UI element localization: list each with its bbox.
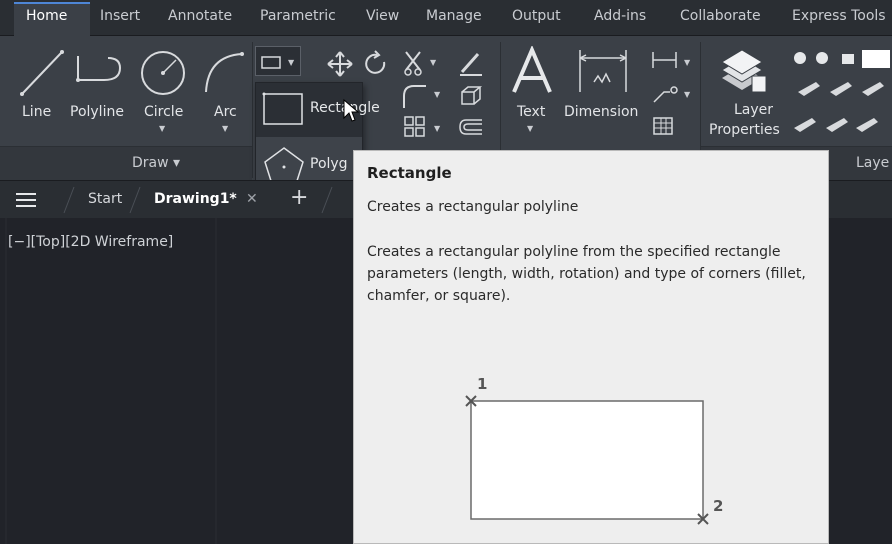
tab-annotate[interactable]: Annotate	[168, 8, 232, 24]
new-tab-icon[interactable]: +	[290, 185, 308, 210]
rectangle-tooltip: Rectangle Creates a rectangular polyline…	[353, 150, 829, 544]
line-icon[interactable]	[18, 48, 66, 98]
trim-caret-icon[interactable]: ▼	[430, 58, 436, 67]
tab-insert[interactable]: Insert	[100, 8, 140, 24]
layers-panel-title[interactable]: Laye	[856, 155, 889, 171]
layer-tools-icon-group[interactable]	[790, 48, 892, 144]
circle-button-label[interactable]: Circle	[144, 104, 183, 120]
trim-icon[interactable]	[400, 48, 428, 78]
ribbon-tab-bar: Home Insert Annotate Parametric View Man…	[0, 0, 892, 36]
hamburger-menu-icon[interactable]	[15, 192, 37, 208]
fillet-icon[interactable]	[400, 82, 428, 110]
erase-icon[interactable]	[456, 48, 486, 78]
layer-properties-label-line1[interactable]: Layer	[734, 102, 773, 118]
box-3d-icon[interactable]	[458, 84, 484, 108]
tab-divider	[63, 186, 75, 214]
leader-caret-icon[interactable]: ▼	[684, 90, 690, 99]
layer-properties-icon[interactable]	[716, 48, 770, 96]
tab-express-tools[interactable]: Express Tools	[792, 8, 886, 24]
mouse-cursor-icon	[343, 98, 360, 122]
dimension-button-label[interactable]: Dimension	[564, 104, 638, 120]
rotate-icon[interactable]	[362, 50, 390, 78]
tab-manage[interactable]: Manage	[426, 8, 482, 24]
polyline-button-label[interactable]: Polyline	[70, 104, 124, 120]
linear-dimension-icon[interactable]	[650, 50, 680, 70]
arc-button-label[interactable]: Arc	[214, 104, 237, 120]
tooltip-description: Creates a rectangular polyline from the …	[367, 244, 806, 304]
close-tab-icon[interactable]: ✕	[246, 191, 258, 207]
dimension-icon[interactable]	[576, 48, 630, 94]
text-caret-icon[interactable]: ▼	[527, 124, 533, 133]
tab-view[interactable]: View	[366, 8, 399, 24]
text-button-label[interactable]: Text	[517, 104, 545, 120]
rectangle-caret-icon[interactable]: ▼	[288, 58, 294, 67]
draw-panel-footer[interactable]	[0, 146, 252, 180]
viewport-controls-label[interactable]: [−][Top][2D Wireframe]	[8, 234, 173, 250]
draw-panel-title[interactable]: Draw ▾	[132, 155, 180, 171]
tab-output[interactable]: Output	[512, 8, 561, 24]
point-2-label: 2	[713, 497, 723, 515]
tab-parametric[interactable]: Parametric	[260, 8, 336, 24]
point-1-label: 1	[477, 375, 487, 393]
panel-separator	[252, 42, 253, 178]
arc-icon[interactable]	[200, 50, 246, 96]
move-icon[interactable]	[326, 50, 354, 78]
tab-collaborate[interactable]: Collaborate	[680, 8, 761, 24]
layer-properties-label-line2[interactable]: Properties	[709, 122, 780, 138]
file-tab-drawing1[interactable]: Drawing1*	[154, 191, 237, 207]
tab-divider	[129, 186, 141, 214]
tab-add-ins[interactable]: Add-ins	[594, 8, 646, 24]
tooltip-subtitle: Creates a rectangular polyline	[367, 199, 579, 215]
rectangle-icon[interactable]	[260, 54, 284, 70]
text-icon[interactable]	[510, 46, 554, 96]
offset-icon[interactable]	[456, 116, 484, 138]
leader-icon[interactable]	[650, 82, 680, 106]
table-icon[interactable]	[652, 116, 674, 136]
polyline-icon[interactable]	[74, 52, 126, 96]
line-button-label[interactable]: Line	[22, 104, 51, 120]
dropdown-item-polygon-label: Polyg	[310, 156, 348, 172]
array-caret-icon[interactable]: ▼	[434, 124, 440, 133]
linear-dimension-caret-icon[interactable]: ▼	[684, 58, 690, 67]
tab-divider	[321, 186, 333, 214]
fillet-caret-icon[interactable]: ▼	[434, 90, 440, 99]
circle-caret-icon[interactable]: ▼	[159, 124, 165, 133]
circle-icon[interactable]	[138, 48, 188, 98]
arc-caret-icon[interactable]: ▼	[222, 124, 228, 133]
rectangle-large-icon	[262, 92, 303, 125]
rectangle-illustration: 1 2	[465, 375, 723, 525]
tooltip-title: Rectangle	[367, 164, 452, 182]
file-tab-start[interactable]: Start	[88, 191, 122, 207]
tab-home[interactable]: Home	[26, 8, 67, 24]
array-icon[interactable]	[402, 114, 428, 140]
